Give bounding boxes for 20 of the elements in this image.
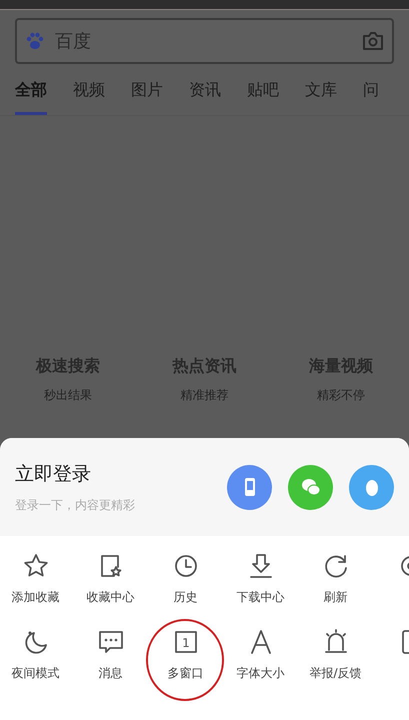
menu-item[interactable]: 下载中心 <box>223 552 298 606</box>
menu-item[interactable]: 夜间模式 <box>0 628 73 682</box>
menu-item[interactable]: 刷新 <box>298 552 373 606</box>
menu-item[interactable]: 添加收藏 <box>0 552 73 606</box>
menu-item[interactable]: 历史 <box>148 552 223 606</box>
login-option-button[interactable] <box>288 464 333 510</box>
login-subtitle: 登录一下，内容更精彩 <box>15 497 135 514</box>
message-icon <box>96 628 124 656</box>
camera-icon[interactable] <box>362 31 384 51</box>
menu-item[interactable]: 字体大小 <box>223 628 298 682</box>
feature-subtitle: 精准推荐 <box>179 387 230 404</box>
paw-icon <box>25 31 45 51</box>
menu-item[interactable]: 收藏中心 <box>73 552 148 606</box>
feature-subtitle: 精彩不停 <box>316 387 366 404</box>
menu-item[interactable]: 举报/反馈 <box>298 628 373 682</box>
feature-subtitle: 秒出结果 <box>43 387 94 404</box>
login-option-button[interactable] <box>227 464 272 510</box>
login-title[interactable]: 立即登录 <box>15 460 135 488</box>
menu-item[interactable]: 消息 <box>73 628 148 682</box>
login-option-button[interactable] <box>349 464 394 510</box>
